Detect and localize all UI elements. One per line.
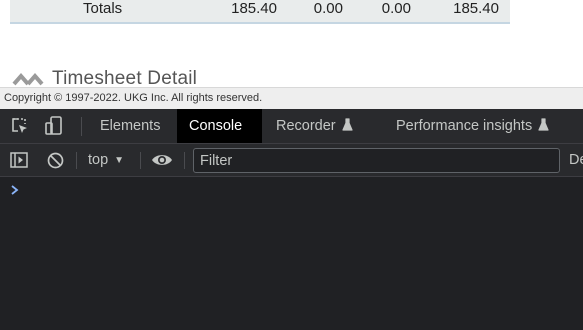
toolbar-divider [184, 152, 185, 169]
filter-input[interactable] [193, 148, 560, 173]
tab-console[interactable]: Console [177, 109, 262, 143]
log-levels-dropdown[interactable]: De [569, 144, 583, 176]
toolbar-divider [140, 152, 141, 169]
tab-recorder-label: Recorder [276, 118, 336, 134]
context-value: top [88, 152, 109, 168]
totals-value-3: 0.00 [381, 0, 411, 17]
tab-elements[interactable]: Elements [88, 109, 172, 143]
page-content: Totals 185.40 0.00 0.00 185.40 Timesheet… [0, 0, 583, 87]
console-toolbar: top ▼ De [0, 144, 583, 177]
flask-icon [342, 110, 353, 144]
tab-performance-insights-label: Performance insights [396, 118, 533, 134]
sidebar-toggle-icon[interactable] [5, 144, 33, 176]
eye-icon[interactable] [148, 144, 176, 176]
clear-console-icon[interactable] [41, 144, 69, 176]
devtools-panel: Elements Console Recorder Performance in… [0, 109, 583, 330]
console-output[interactable] [0, 177, 583, 330]
totals-label: Totals [83, 0, 123, 17]
copyright-text: Copyright © 1997-2022. UKG Inc. All righ… [4, 92, 263, 104]
collapse-chevron-icon [12, 72, 44, 86]
totals-value-4: 185.40 [453, 0, 499, 17]
toolbar-divider [76, 152, 77, 169]
totals-value-2: 0.00 [313, 0, 343, 17]
totals-row: Totals 185.40 0.00 0.00 185.40 [10, 0, 510, 24]
flask-icon [538, 110, 549, 144]
footer: Copyright © 1997-2022. UKG Inc. All righ… [0, 87, 583, 109]
tab-recorder[interactable]: Recorder [264, 109, 365, 143]
context-selector[interactable]: top ▼ [88, 144, 124, 176]
tab-elements-label: Elements [100, 118, 161, 134]
inspect-element-icon[interactable] [5, 109, 35, 143]
devtools-tab-bar: Elements Console Recorder Performance in… [0, 109, 583, 144]
tab-performance-insights[interactable]: Performance insights [384, 109, 561, 143]
log-levels-label: De [569, 152, 583, 168]
timesheet-detail-title: Timesheet Detail [52, 68, 198, 87]
toolbar-divider [81, 117, 82, 136]
totals-value-1: 185.40 [231, 0, 277, 17]
tab-console-label: Console [189, 118, 243, 134]
prompt-chevron-icon [11, 185, 19, 195]
device-toolbar-icon[interactable] [39, 109, 69, 143]
caret-down-icon: ▼ [114, 155, 125, 166]
